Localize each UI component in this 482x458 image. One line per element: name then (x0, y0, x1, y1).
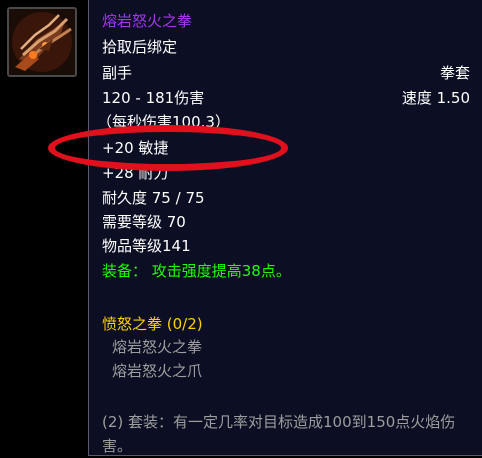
stat-stamina: +28 耐力 (102, 164, 169, 182)
set-name: 愤怒之拳 (0/2) (102, 315, 203, 333)
binding-text: 拾取后绑定 (102, 38, 178, 56)
item-tooltip: 熔岩怒火之拳 拾取后绑定 副手 拳套 120 - 181伤害 速度 1.50 （… (88, 0, 482, 456)
attack-speed: 速度 1.50 (401, 89, 470, 107)
set-item: 熔岩怒火之爪 (112, 362, 203, 380)
set-bonus: (2) 套装：有一定几率对目标造成100到150点火焰伤害。 (102, 413, 456, 455)
item-name: 熔岩怒火之拳 (102, 12, 193, 30)
dps-text: （每秒伤害100.3） (97, 113, 230, 131)
item-level: 物品等级141 (102, 237, 191, 255)
item-type: 拳套 (439, 64, 470, 82)
damage-row: 120 - 181伤害 速度 1.50 (102, 86, 470, 110)
set-item: 熔岩怒火之拳 (112, 338, 203, 356)
item-icon[interactable] (7, 7, 77, 77)
gauntlet-claw-icon (9, 9, 75, 75)
damage-range: 120 - 181伤害 (102, 89, 205, 107)
required-level: 需要等级 70 (102, 213, 186, 231)
stat-agility: +20 敏捷 (102, 139, 169, 157)
equip-effect: 装备： 攻击强度提高38点。 (102, 262, 291, 280)
durability-text: 耐久度 75 / 75 (102, 189, 205, 207)
slot-label: 副手 (102, 64, 133, 82)
slot-row: 副手 拳套 (102, 61, 470, 85)
